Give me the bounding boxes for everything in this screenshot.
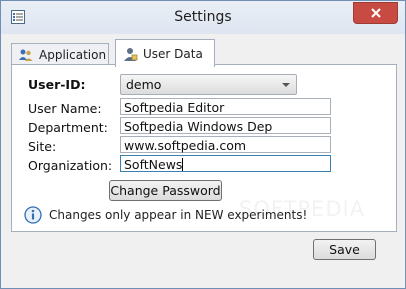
user-icon	[124, 47, 138, 61]
tab-application[interactable]: Application	[11, 43, 109, 66]
tab-application-label: Application	[39, 48, 107, 62]
settings-window: Settings Application User Data User-ID: …	[0, 0, 406, 289]
organization-field[interactable]: SoftNews	[120, 155, 331, 172]
close-icon	[370, 8, 381, 18]
user-name-field[interactable]: Softpedia Editor	[120, 98, 331, 115]
department-field[interactable]: Softpedia Windows Dep	[120, 117, 331, 134]
chevron-down-icon	[282, 83, 290, 87]
department-label: Department:	[28, 120, 108, 135]
people-icon	[19, 49, 33, 61]
user-id-dropdown[interactable]: demo	[120, 74, 297, 95]
user-name-label: User Name:	[28, 101, 102, 116]
window-title: Settings	[174, 9, 232, 25]
title-bar[interactable]: Settings	[1, 1, 405, 34]
user-id-label: User-ID:	[28, 77, 86, 92]
site-label: Site:	[28, 139, 57, 154]
user-id-value: demo	[126, 77, 162, 92]
info-icon	[24, 206, 42, 224]
organization-value: SoftNews	[124, 157, 183, 172]
save-button[interactable]: Save	[313, 239, 376, 260]
change-password-button[interactable]: Change Password	[109, 180, 222, 201]
organization-label: Organization:	[28, 158, 113, 173]
close-button[interactable]	[353, 2, 398, 24]
watermark: SOFTPEDIA	[239, 197, 366, 221]
tab-user-data[interactable]: User Data	[115, 39, 215, 67]
text-caret	[182, 158, 184, 171]
tab-user-data-label: User Data	[143, 46, 203, 61]
site-field[interactable]: www.softpedia.com	[120, 136, 331, 153]
